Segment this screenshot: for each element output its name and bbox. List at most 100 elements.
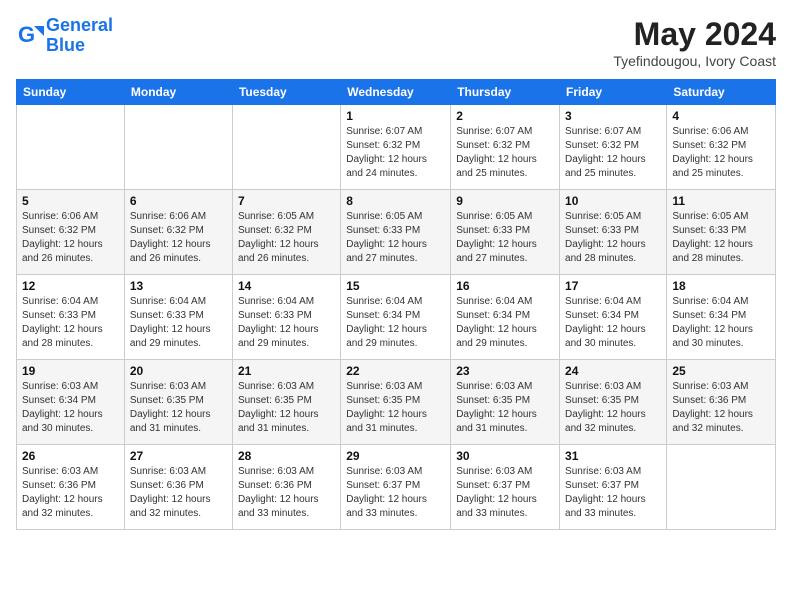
calendar-cell: 7Sunrise: 6:05 AM Sunset: 6:32 PM Daylig… — [232, 190, 340, 275]
day-number: 12 — [22, 279, 119, 293]
day-info: Sunrise: 6:03 AM Sunset: 6:36 PM Dayligh… — [22, 465, 119, 521]
day-info: Sunrise: 6:07 AM Sunset: 6:32 PM Dayligh… — [565, 125, 661, 181]
calendar-week-0: 1Sunrise: 6:07 AM Sunset: 6:32 PM Daylig… — [17, 105, 776, 190]
calendar-cell: 9 Sunrise: 6:05 AM Sunset: 6:33 PM Daylig… — [451, 190, 560, 275]
calendar-cell: 10 Sunrise: 6:05 AM Sunset: 6:33 PM Dayli… — [560, 190, 667, 275]
month-year: May 2024 — [613, 16, 776, 53]
day-info: Sunrise: 6:03 AM Sunset: 6:37 PM Dayligh… — [565, 465, 661, 521]
day-info: Sunrise: 6:03 AM Sunset: 6:35 PM Dayligh… — [238, 380, 335, 436]
calendar-cell: 8 Sunrise: 6:05 AM Sunset: 6:33 PM Daylig… — [341, 190, 451, 275]
day-header-tuesday: Tuesday — [232, 80, 340, 105]
day-number: 5 — [22, 194, 119, 208]
day-number: 28 — [238, 449, 335, 463]
day-number: 13 — [130, 279, 227, 293]
day-info: Sunrise: 6:07 AM Sunset: 6:32 PM Dayligh… — [456, 125, 554, 181]
page-header: G General Blue May 2024 Tyefindougou, Iv… — [16, 16, 776, 69]
day-number: 16 — [456, 279, 554, 293]
title-block: May 2024 Tyefindougou, Ivory Coast — [613, 16, 776, 69]
calendar-week-1: 5 Sunrise: 6:06 AM Sunset: 6:32 PM Daylig… — [17, 190, 776, 275]
day-info: Sunrise: 6:03 AM Sunset: 6:36 PM Dayligh… — [130, 465, 227, 521]
day-info: Sunrise: 6:03 AM Sunset: 6:35 PM Dayligh… — [565, 380, 661, 436]
calendar-cell: 28 Sunrise: 6:03 AM Sunset: 6:36 PM Dayli… — [232, 445, 340, 530]
calendar-cell — [232, 105, 340, 190]
calendar-cell: 31 Sunrise: 6:03 AM Sunset: 6:37 PM Dayli… — [560, 445, 667, 530]
day-info: Sunrise: 6:04 AM Sunset: 6:34 PM Dayligh… — [672, 295, 770, 351]
day-info: Sunrise: 6:05 AM Sunset: 6:33 PM Dayligh… — [456, 210, 554, 266]
day-header-sunday: Sunday — [17, 80, 125, 105]
logo-text: General Blue — [46, 16, 113, 56]
day-number: 2 — [456, 109, 554, 123]
day-number: 9 — [456, 194, 554, 208]
svg-text:G: G — [18, 22, 35, 47]
calendar-cell: 6 Sunrise: 6:06 AM Sunset: 6:32 PM Daylig… — [124, 190, 232, 275]
calendar-cell — [667, 445, 776, 530]
calendar-cell — [17, 105, 125, 190]
day-number: 11 — [672, 194, 770, 208]
day-info: Sunrise: 6:04 AM Sunset: 6:33 PM Dayligh… — [130, 295, 227, 351]
day-number: 22 — [346, 364, 445, 378]
calendar-cell: 5 Sunrise: 6:06 AM Sunset: 6:32 PM Daylig… — [17, 190, 125, 275]
calendar-cell: 19 Sunrise: 6:03 AM Sunset: 6:34 PM Dayli… — [17, 360, 125, 445]
calendar-cell: 13 Sunrise: 6:04 AM Sunset: 6:33 PM Dayli… — [124, 275, 232, 360]
day-info: Sunrise: 6:03 AM Sunset: 6:35 PM Dayligh… — [346, 380, 445, 436]
logo: G General Blue — [16, 16, 113, 56]
logo-line2: Blue — [46, 36, 113, 56]
day-info: Sunrise: 6:03 AM Sunset: 6:35 PM Dayligh… — [456, 380, 554, 436]
day-number: 24 — [565, 364, 661, 378]
calendar-week-2: 12 Sunrise: 6:04 AM Sunset: 6:33 PM Dayli… — [17, 275, 776, 360]
day-number: 31 — [565, 449, 661, 463]
day-header-thursday: Thursday — [451, 80, 560, 105]
day-number: 19 — [22, 364, 119, 378]
calendar-cell: 12Sunrise: 6:04 AM Sunset: 6:33 PM Dayli… — [17, 275, 125, 360]
logo-icon: G — [16, 22, 44, 50]
day-info: Sunrise: 6:07 AM Sunset: 6:32 PM Dayligh… — [346, 125, 445, 181]
day-number: 6 — [130, 194, 227, 208]
day-number: 14 — [238, 279, 335, 293]
day-number: 27 — [130, 449, 227, 463]
calendar-week-3: 19 Sunrise: 6:03 AM Sunset: 6:34 PM Dayli… — [17, 360, 776, 445]
day-header-friday: Friday — [560, 80, 667, 105]
calendar-cell: 29 Sunrise: 6:03 AM Sunset: 6:37 PM Dayli… — [341, 445, 451, 530]
day-info: Sunrise: 6:03 AM Sunset: 6:34 PM Dayligh… — [22, 380, 119, 436]
header-row: SundayMondayTuesdayWednesdayThursdayFrid… — [17, 80, 776, 105]
day-info: Sunrise: 6:03 AM Sunset: 6:37 PM Dayligh… — [346, 465, 445, 521]
day-info: Sunrise: 6:06 AM Sunset: 6:32 PM Dayligh… — [22, 210, 119, 266]
day-number: 18 — [672, 279, 770, 293]
day-info: Sunrise: 6:06 AM Sunset: 6:32 PM Dayligh… — [130, 210, 227, 266]
logo-line1: General — [46, 15, 113, 35]
calendar-table: SundayMondayTuesdayWednesdayThursdayFrid… — [16, 79, 776, 530]
calendar-cell: 14Sunrise: 6:04 AM Sunset: 6:33 PM Dayli… — [232, 275, 340, 360]
day-info: Sunrise: 6:03 AM Sunset: 6:36 PM Dayligh… — [672, 380, 770, 436]
day-info: Sunrise: 6:04 AM Sunset: 6:34 PM Dayligh… — [346, 295, 445, 351]
day-info: Sunrise: 6:04 AM Sunset: 6:34 PM Dayligh… — [456, 295, 554, 351]
day-number: 20 — [130, 364, 227, 378]
day-info: Sunrise: 6:04 AM Sunset: 6:34 PM Dayligh… — [565, 295, 661, 351]
day-number: 21 — [238, 364, 335, 378]
calendar-cell: 3Sunrise: 6:07 AM Sunset: 6:32 PM Daylig… — [560, 105, 667, 190]
day-number: 10 — [565, 194, 661, 208]
day-number: 30 — [456, 449, 554, 463]
day-info: Sunrise: 6:03 AM Sunset: 6:36 PM Dayligh… — [238, 465, 335, 521]
day-header-wednesday: Wednesday — [341, 80, 451, 105]
calendar-cell: 25 Sunrise: 6:03 AM Sunset: 6:36 PM Dayli… — [667, 360, 776, 445]
day-number: 26 — [22, 449, 119, 463]
calendar-cell: 2 Sunrise: 6:07 AM Sunset: 6:32 PM Daylig… — [451, 105, 560, 190]
day-number: 4 — [672, 109, 770, 123]
day-info: Sunrise: 6:05 AM Sunset: 6:33 PM Dayligh… — [346, 210, 445, 266]
day-info: Sunrise: 6:05 AM Sunset: 6:33 PM Dayligh… — [565, 210, 661, 266]
calendar-cell: 22 Sunrise: 6:03 AM Sunset: 6:35 PM Dayli… — [341, 360, 451, 445]
day-number: 29 — [346, 449, 445, 463]
day-header-monday: Monday — [124, 80, 232, 105]
location: Tyefindougou, Ivory Coast — [613, 53, 776, 69]
day-number: 25 — [672, 364, 770, 378]
calendar-cell: 27 Sunrise: 6:03 AM Sunset: 6:36 PM Dayli… — [124, 445, 232, 530]
calendar-cell: 4Sunrise: 6:06 AM Sunset: 6:32 PM Daylig… — [667, 105, 776, 190]
day-number: 8 — [346, 194, 445, 208]
calendar-cell: 16 Sunrise: 6:04 AM Sunset: 6:34 PM Dayli… — [451, 275, 560, 360]
day-number: 23 — [456, 364, 554, 378]
day-number: 17 — [565, 279, 661, 293]
calendar-cell: 11Sunrise: 6:05 AM Sunset: 6:33 PM Dayli… — [667, 190, 776, 275]
calendar-cell: 17 Sunrise: 6:04 AM Sunset: 6:34 PM Dayli… — [560, 275, 667, 360]
calendar-cell: 20Sunrise: 6:03 AM Sunset: 6:35 PM Dayli… — [124, 360, 232, 445]
calendar-cell: 26 Sunrise: 6:03 AM Sunset: 6:36 PM Dayli… — [17, 445, 125, 530]
